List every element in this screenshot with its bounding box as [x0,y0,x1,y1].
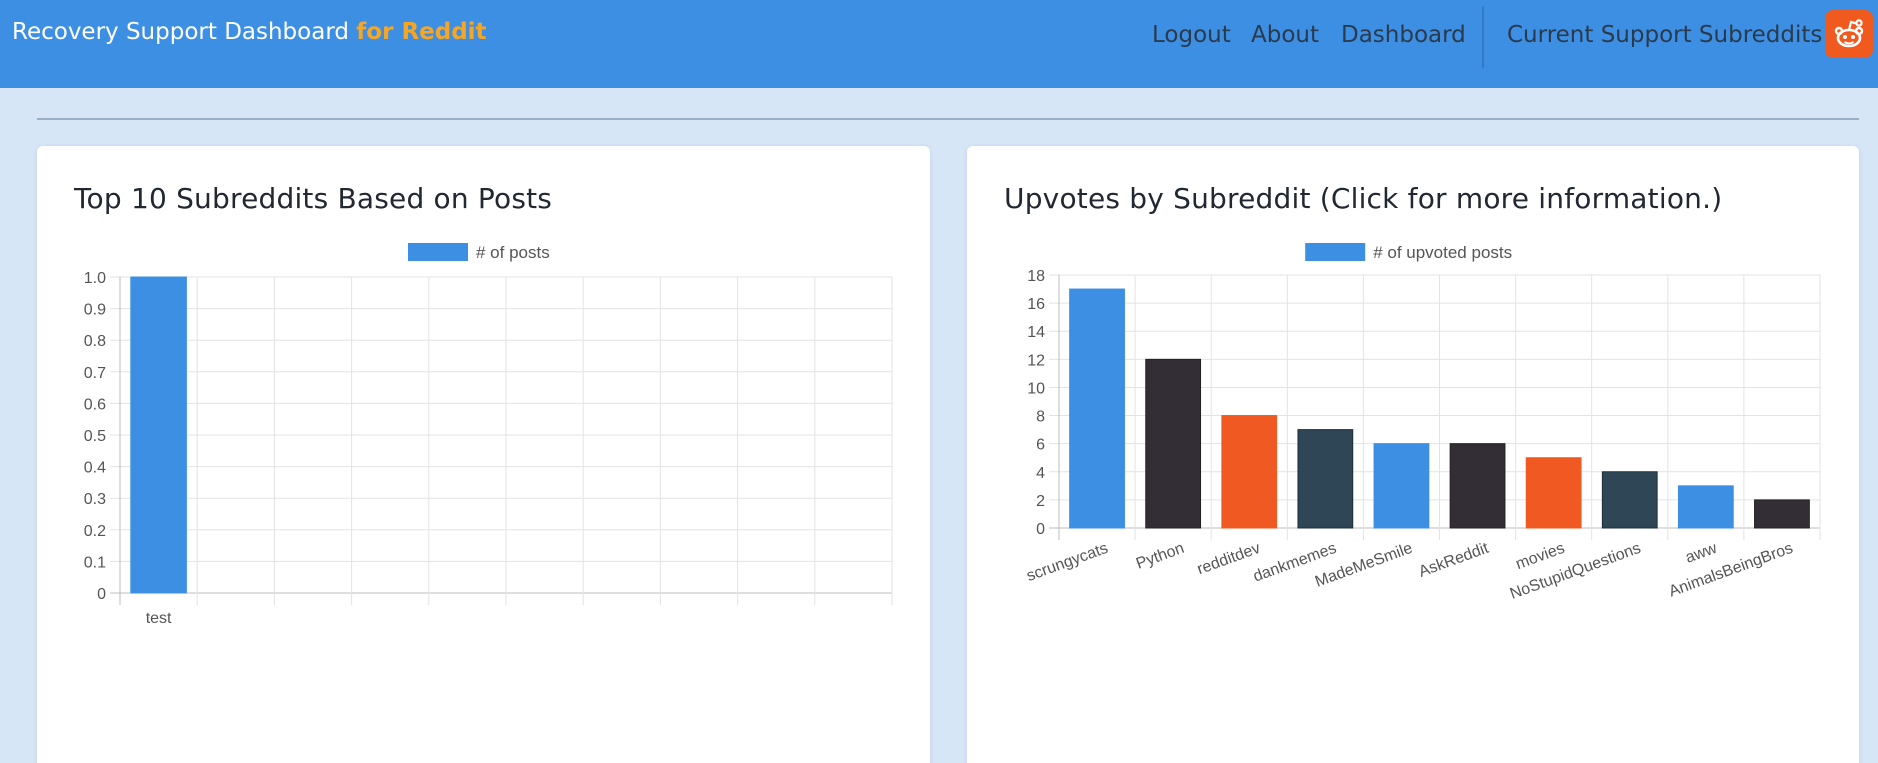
legend-swatch [408,243,468,261]
bar-redditdev [1221,415,1278,529]
y-tick-label: 2 [1036,493,1045,510]
reddit-button[interactable] [1825,10,1873,58]
x-tick-label: aww [1683,540,1719,567]
bar-Python [1145,358,1202,529]
reddit-alien-icon [1834,19,1864,48]
y-tick-label: 0 [1036,521,1045,538]
y-tick-label: 0.9 [84,302,106,319]
x-tick-label: scrungycats [1024,540,1110,585]
bar-test [130,276,187,594]
y-tick-label: 0.6 [84,396,106,413]
y-tick-label: 0.4 [84,460,106,477]
bar-AskReddit [1449,443,1506,529]
bar-AnimalsBeingBros [1754,499,1810,529]
upvotes-card: Upvotes by Subreddit (Click for more inf… [967,146,1859,763]
y-tick-label: 0.1 [84,554,106,571]
navbar: Recovery Support Dashboard for Reddit Lo… [0,0,1878,88]
y-tick-label: 8 [1036,409,1045,426]
top-subreddits-card: Top 10 Subreddits Based on Posts # of po… [37,146,930,763]
y-tick-label: 0.3 [84,491,106,508]
nav-logout-link[interactable]: Logout [1152,22,1231,48]
y-tick-label: 18 [1027,268,1045,285]
nav-divider [1482,6,1484,68]
upvotes-chart[interactable]: # of upvoted posts 0 2 4 6 8 10 12 14 16 18 scrungy… [967,146,1859,763]
legend-label: # of upvoted posts [1373,243,1512,262]
legend-label: # of posts [476,243,550,262]
legend-swatch [1305,243,1366,261]
y-tick-label: 16 [1027,296,1045,313]
nav-support-subreddits-link[interactable]: Current Support Subreddits [1507,22,1822,48]
nav-dashboard-link[interactable]: Dashboard [1341,22,1466,48]
bar-dankmemes [1297,429,1354,529]
bar-aww [1677,485,1734,529]
bar-MadeMeSmile [1373,443,1430,529]
y-tick-label: 10 [1027,380,1045,397]
y-tick-label: 12 [1027,352,1045,369]
y-tick-label: 14 [1027,324,1045,341]
bar-NoStupidQuestions [1601,471,1658,529]
y-tick-label: 4 [1036,465,1045,482]
page-divider [37,118,1859,120]
nav-about-link[interactable]: About [1251,22,1319,48]
y-tick-label: 6 [1036,437,1045,454]
y-tick-label: 1.0 [84,270,106,287]
y-tick-label: 0.2 [84,523,106,540]
x-tick-label: NoStupidQuestions [1508,540,1643,603]
x-tick-label: test [146,610,172,627]
brand-main: Recovery Support Dashboard [12,19,357,45]
brand-title[interactable]: Recovery Support Dashboard for Reddit [12,19,487,45]
y-tick-label: 0.8 [84,333,106,350]
y-tick-label: 0.7 [84,365,106,382]
bar-movies [1525,457,1582,529]
x-tick-label: AskReddit [1417,540,1492,581]
y-tick-label: 0 [97,586,106,603]
top-subreddits-chart[interactable]: # of posts 0 0.1 0.2 0.3 0.4 0.5 0.6 0.7 0.8 0.9 1.… [37,146,930,763]
bar-scrungycats [1069,288,1125,529]
x-tick-label: Python [1134,540,1187,573]
y-tick-label: 0.5 [84,428,106,445]
brand-accent: for Reddit [356,19,487,45]
